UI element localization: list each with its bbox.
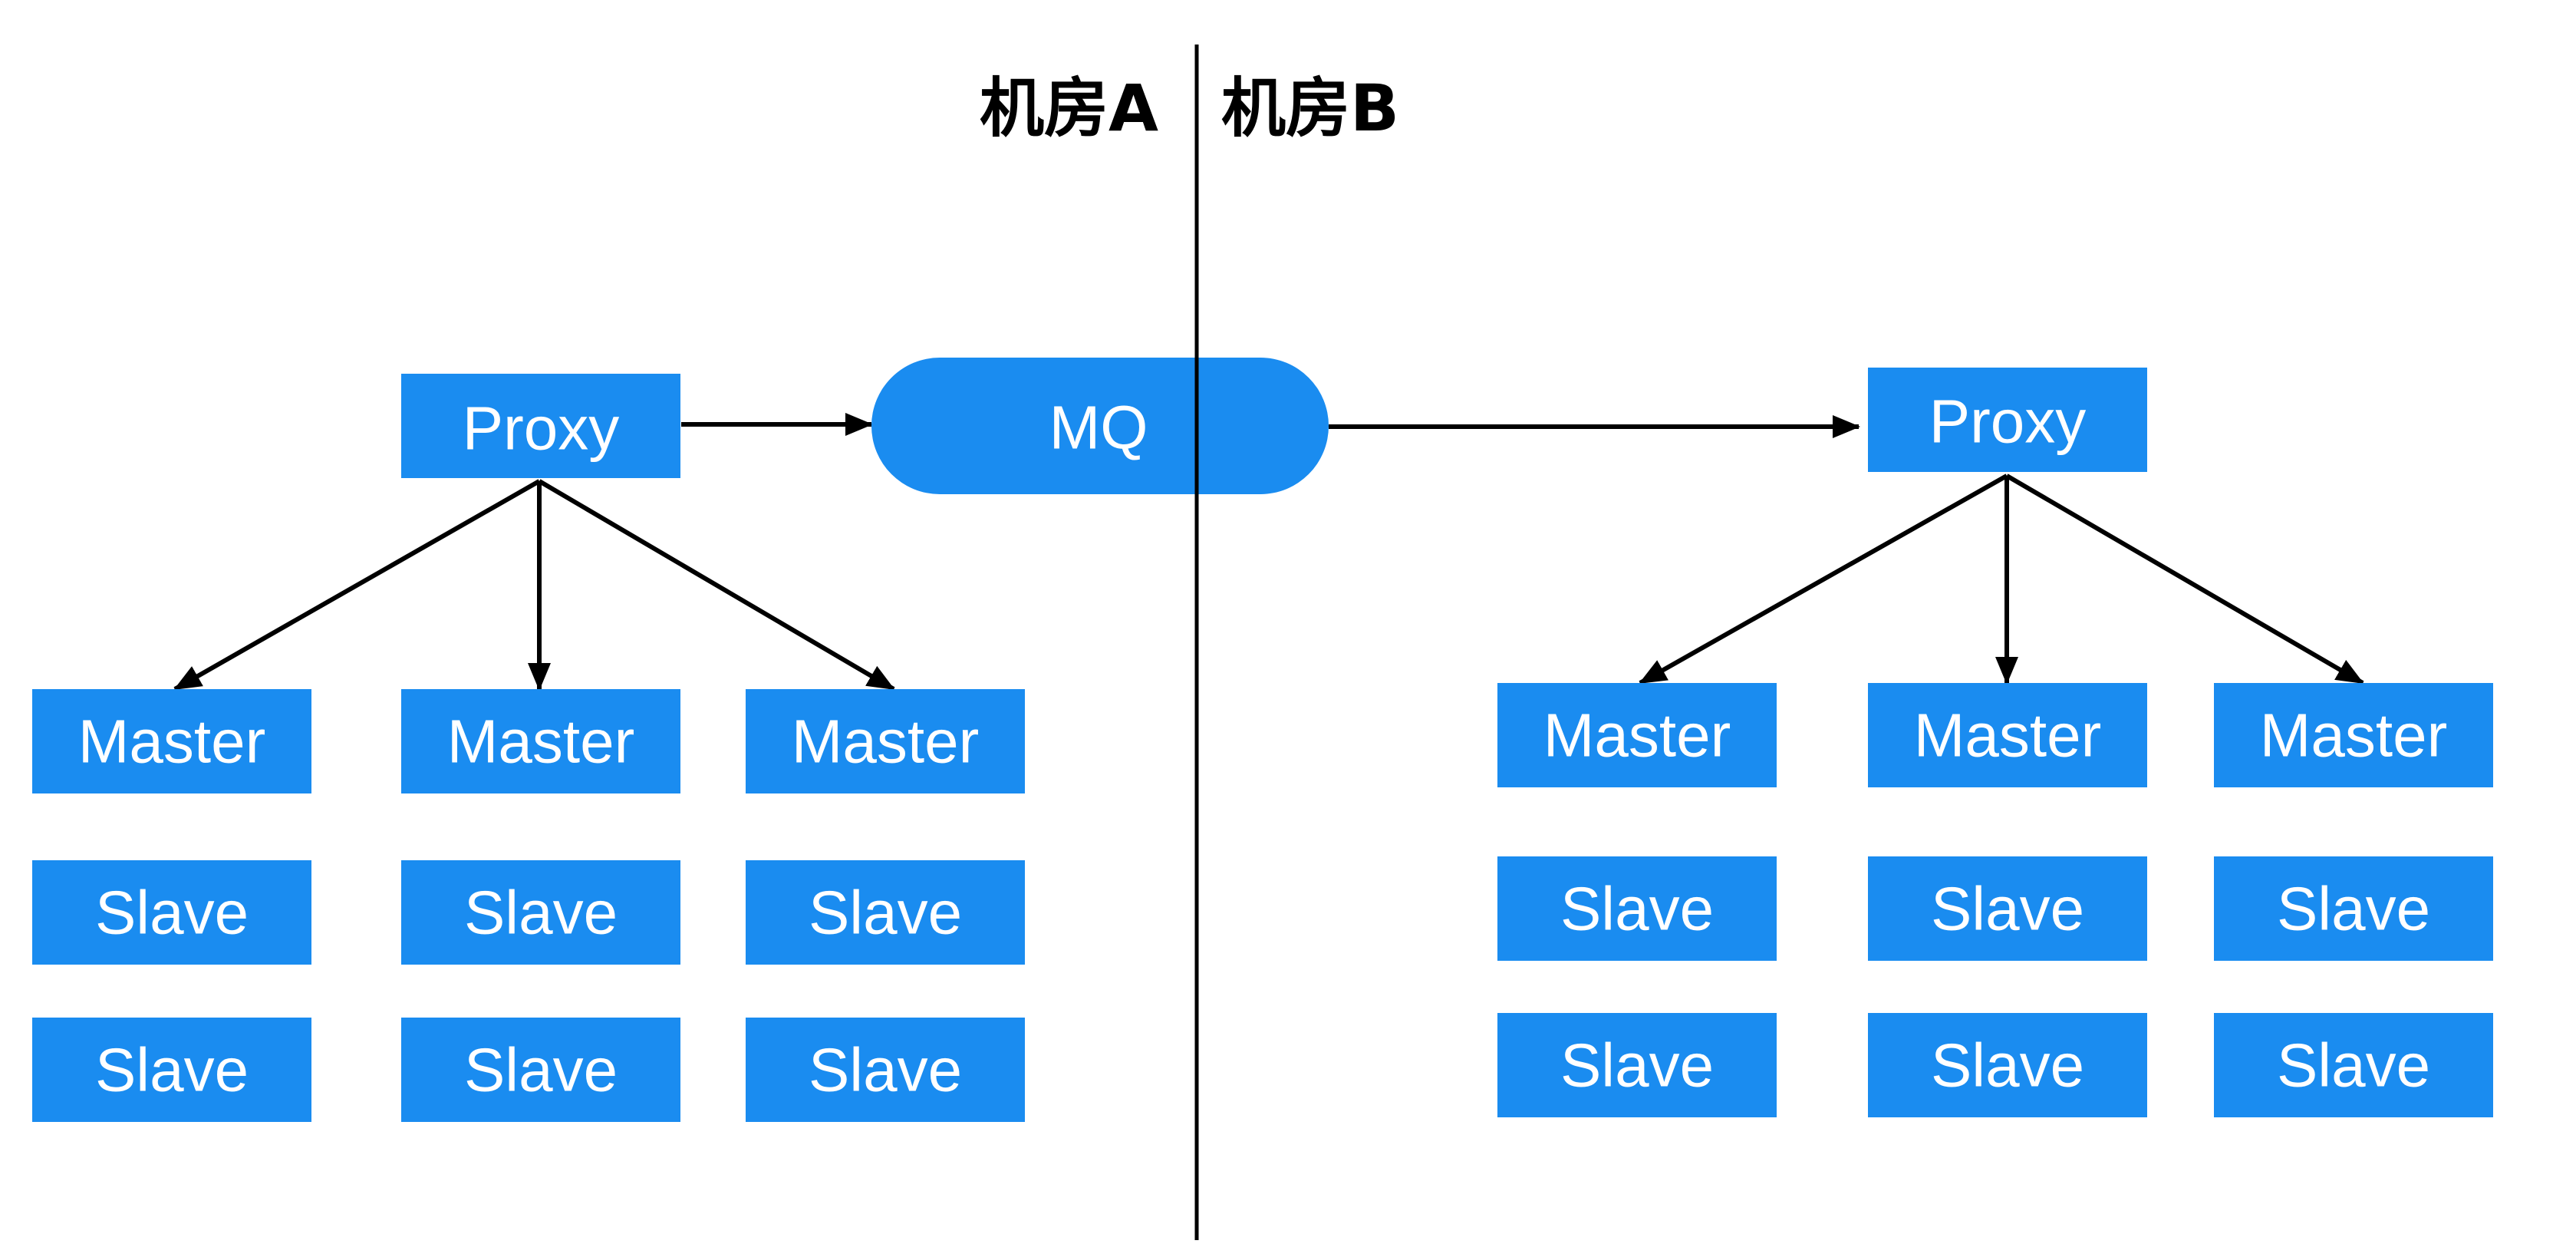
slave-node[interactable]: Slave [746,860,1025,965]
slave-node[interactable]: Slave [401,1018,680,1122]
edge-proxy-a-to-master-1 [173,479,541,691]
slave-node[interactable]: Slave [32,1018,311,1122]
slave-label: Slave [2277,875,2430,943]
master-label: Master [2260,701,2448,770]
slave-label: Slave [95,1036,249,1104]
slave-node[interactable]: Slave [746,1018,1025,1122]
topology-diagram: 机房A 机房B Proxy Master Slave Slave Master … [32,45,2493,1240]
master-label: Master [447,708,635,776]
slave-label: Slave [2277,1031,2430,1100]
slave-label: Slave [464,1036,618,1104]
master-label: Master [792,708,980,776]
slave-node[interactable]: Slave [1868,1013,2147,1117]
proxy-node[interactable]: Proxy [401,374,680,478]
slave-label: Slave [809,1036,962,1104]
slave-label: Slave [1931,875,2084,943]
mq-node[interactable]: MQ [871,358,1329,494]
master-node[interactable]: Master [1868,683,2147,787]
datacenter-a-label: 机房A [980,71,1158,146]
edge-proxy-b-to-master-1 [1639,473,2008,685]
proxy-label: Proxy [1929,388,2087,456]
mq-label: MQ [1049,394,1148,462]
slave-label: Slave [1931,1031,2084,1100]
master-node[interactable]: Master [401,689,680,793]
slave-node[interactable]: Slave [1497,1013,1777,1117]
proxy-label: Proxy [463,394,620,463]
slave-node[interactable]: Slave [32,860,311,965]
slave-node[interactable]: Slave [1497,856,1777,961]
slave-node[interactable]: Slave [1868,856,2147,961]
slave-node[interactable]: Slave [401,860,680,965]
master-label: Master [1543,701,1731,770]
slave-label: Slave [95,879,249,947]
slave-label: Slave [464,879,618,947]
master-node[interactable]: Master [32,689,311,793]
slave-node[interactable]: Slave [2214,856,2493,961]
master-node[interactable]: Master [746,689,1025,793]
edge-proxy-b-to-master-3 [2005,473,2364,685]
slave-node[interactable]: Slave [2214,1013,2493,1117]
slave-label: Slave [1560,1031,1714,1100]
slave-label: Slave [1560,875,1714,943]
proxy-node[interactable]: Proxy [1868,368,2147,472]
datacenter-b-label: 机房B [1221,71,1399,146]
edge-proxy-a-to-master-3 [538,479,895,691]
master-node[interactable]: Master [1497,683,1777,787]
slave-label: Slave [809,879,962,947]
master-label: Master [1914,701,2102,770]
master-node[interactable]: Master [2214,683,2493,787]
master-label: Master [78,708,266,776]
